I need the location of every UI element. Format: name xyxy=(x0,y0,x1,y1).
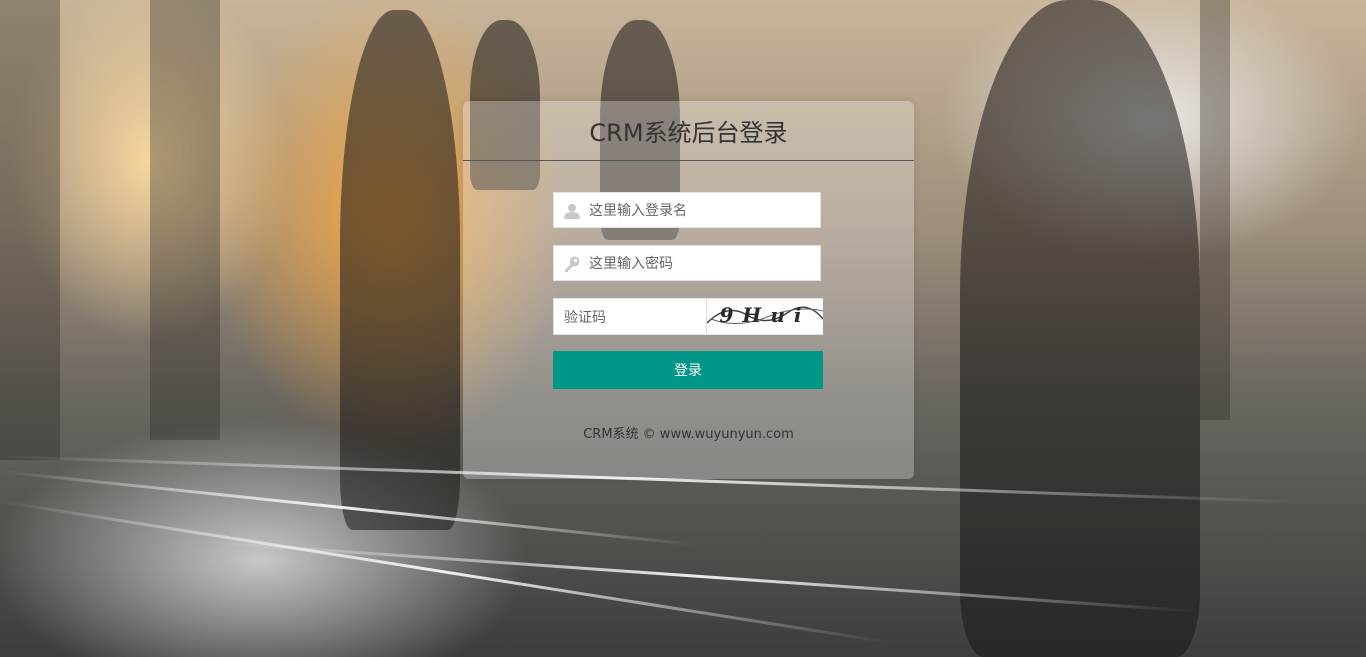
page-title: CRM系统后台登录 xyxy=(589,119,788,147)
password-input[interactable] xyxy=(587,246,816,282)
captcha-image[interactable]: 9Hui xyxy=(706,299,823,334)
user-icon xyxy=(564,204,580,219)
background-building xyxy=(1200,0,1230,420)
captcha-text: 9Hui xyxy=(719,303,811,327)
background-person xyxy=(960,0,1200,657)
captcha-field: 9Hui xyxy=(553,298,823,336)
login-panel: CRM系统后台登录 9Hui 登录 CRM系统 © www.wuyunyun.c… xyxy=(463,101,914,479)
background-building xyxy=(150,0,220,440)
captcha-input[interactable] xyxy=(562,299,706,336)
background-person xyxy=(340,10,460,530)
title-divider xyxy=(463,160,914,161)
background-building xyxy=(0,0,60,460)
username-input[interactable] xyxy=(587,193,816,229)
key-icon xyxy=(565,256,580,272)
username-field xyxy=(553,192,821,229)
password-field xyxy=(553,245,821,282)
login-button[interactable]: 登录 xyxy=(553,351,823,389)
footer-copyright: CRM系统 © www.wuyunyun.com xyxy=(583,427,794,442)
